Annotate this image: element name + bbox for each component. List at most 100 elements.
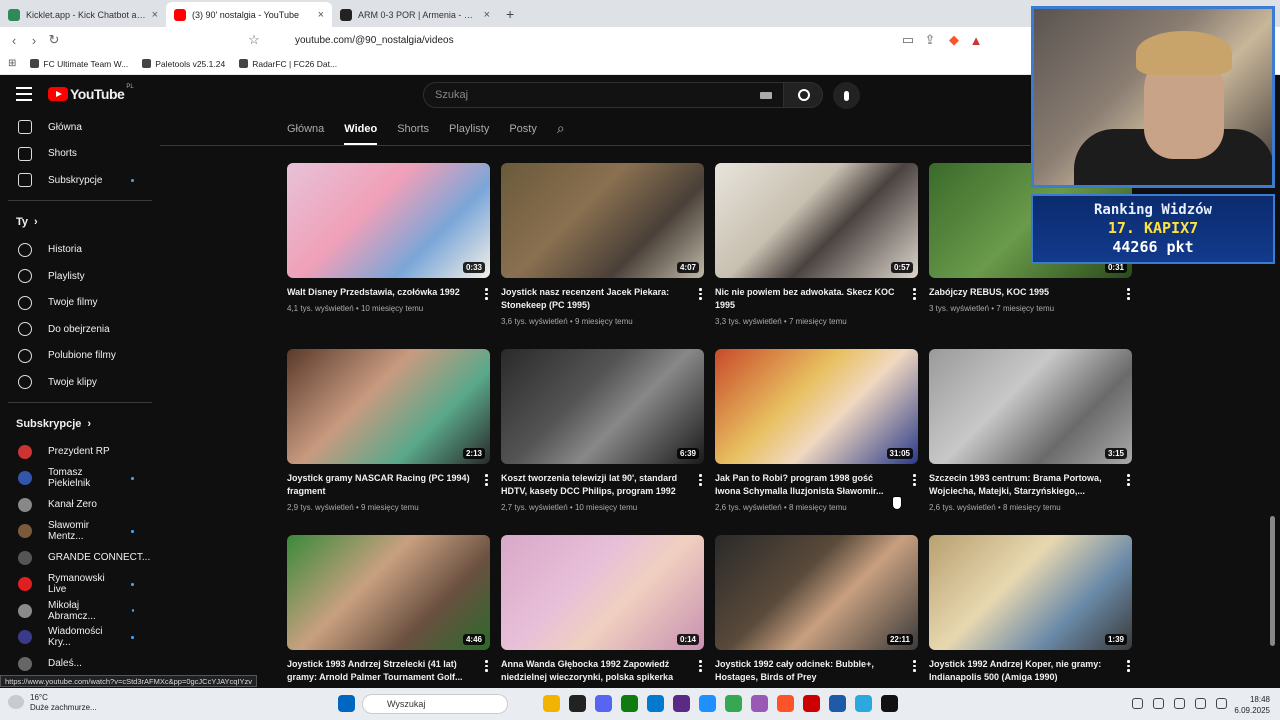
video-thumbnail[interactable]: 4:07 [501,163,704,278]
video-title[interactable]: Anna Wanda Głębocka 1992 Zapowiedź niedz… [501,658,686,684]
video-card[interactable]: 0:33 Walt Disney Przedstawia, czołówka 19… [287,163,490,313]
channel-tab[interactable]: Shorts [397,123,429,135]
sidebar-item[interactable]: Playlisty [0,263,160,290]
more-options-icon[interactable] [485,288,488,302]
taskbar-search[interactable]: Wyszukaj [362,694,508,714]
youtube-logo[interactable]: YouTube PL [48,84,134,102]
video-card[interactable]: 4:07 Joystick nasz recenzent Jacek Piekar… [501,163,704,326]
channel-tab[interactable]: Wideo [344,123,377,145]
search-icon[interactable] [783,82,823,108]
video-title[interactable]: Joystick 1992 cały odcinek: Bubble+, Hos… [715,658,900,684]
sidebar-item[interactable]: Sławomir Mentz... [0,518,160,545]
brave-shield-icon[interactable]: ◆ [944,32,964,48]
taskbar-app-icon[interactable] [829,695,846,712]
more-options-icon[interactable] [1127,288,1130,302]
browser-tab[interactable]: Kicklet.app - Kick Chatbot and Overl × [0,2,166,27]
new-tab-icon[interactable]: + [498,2,522,27]
video-thumbnail[interactable]: 22:11 [715,535,918,650]
subscriptions-heading[interactable]: Subskrypcje › [0,409,160,439]
taskbar-app-icon[interactable] [647,695,664,712]
close-tab-icon[interactable]: × [152,9,158,21]
video-thumbnail[interactable]: 6:39 [501,349,704,464]
more-options-icon[interactable] [485,660,488,674]
more-options-icon[interactable] [485,474,488,488]
microphone-icon[interactable] [833,82,860,109]
taskbar-app-icon[interactable] [621,695,638,712]
video-title[interactable]: Koszt tworzenia telewizji lat 90', stand… [501,472,686,498]
more-options-icon[interactable] [913,474,916,488]
taskbar-app-icon[interactable] [673,695,690,712]
video-card[interactable]: 3:15 Szczecin 1993 centrum: Brama Portowa… [929,349,1132,512]
sidebar-item[interactable]: Do obejrzenia [0,316,160,343]
video-card[interactable]: 0:57 Nic nie powiem bez adwokata. Skecz K… [715,163,918,326]
video-title[interactable]: Walt Disney Przedstawia, czołówka 1992 [287,286,472,299]
menu-icon[interactable] [16,87,32,101]
video-title[interactable]: Joystick nasz recenzent Jacek Piekara: S… [501,286,686,312]
sidebar-item[interactable]: Historia [0,237,160,264]
video-card[interactable]: 1:39 Joystick 1992 Andrzej Koper, nie gra… [929,535,1132,689]
taskbar-app-icon[interactable] [751,695,768,712]
video-thumbnail[interactable]: 4:46 [287,535,490,650]
bookmark-item[interactable]: FC Ultimate Team W... [30,59,128,69]
page-scrollbar[interactable] [1270,516,1275,646]
more-options-icon[interactable] [913,288,916,302]
search-input[interactable]: Szukaj [423,82,785,108]
close-tab-icon[interactable]: × [318,9,324,21]
apps-grid-icon[interactable]: ⊞ [8,58,16,69]
video-title[interactable]: Joystick 1992 Andrzej Koper, nie gramy: … [929,658,1114,684]
sidebar-item[interactable]: Prezydent RP [0,439,160,466]
channel-tab[interactable]: Główna [287,123,324,135]
taskbar-app-icon[interactable] [543,695,560,712]
video-thumbnail[interactable]: 1:39 [929,535,1132,650]
close-tab-icon[interactable]: × [484,9,490,21]
tray-chevron-icon[interactable] [1132,698,1143,709]
video-thumbnail[interactable]: 0:14 [501,535,704,650]
taskbar-app-icon[interactable] [725,695,742,712]
more-options-icon[interactable] [699,660,702,674]
taskbar-app-icon[interactable] [881,695,898,712]
video-card[interactable]: 0:14 Anna Wanda Głębocka 1992 Zapowiedź n… [501,535,704,689]
url-field[interactable]: youtube.com/@90_nostalgia/videos [267,31,990,50]
video-title[interactable]: Joystick 1993 Andrzej Strzelecki (41 lat… [287,658,472,684]
taskbar-app-icon[interactable] [855,695,872,712]
video-card[interactable]: 2:13 Joystick gramy NASCAR Racing (PC 199… [287,349,490,512]
sidebar-item[interactable]: Twoje filmy [0,290,160,317]
video-thumbnail[interactable]: 0:33 [287,163,490,278]
video-thumbnail[interactable]: 0:57 [715,163,918,278]
reload-icon[interactable]: ↻ [44,32,64,48]
taskbar-app-icon[interactable] [777,695,794,712]
more-options-icon[interactable] [1127,474,1130,488]
video-card[interactable]: 31:05 Jak Pan to Robi? program 1998 gość … [715,349,918,512]
channel-tab[interactable]: Playlisty [449,123,489,135]
video-thumbnail[interactable]: 2:13 [287,349,490,464]
sidebar-item[interactable]: Daleś... [0,651,160,678]
video-thumbnail[interactable]: 3:15 [929,349,1132,464]
taskbar-app-icon[interactable] [595,695,612,712]
sidebar-item[interactable]: Subskrypcje [0,167,160,194]
more-options-icon[interactable] [913,660,916,674]
more-options-icon[interactable] [699,474,702,488]
taskbar-app-icon[interactable] [569,695,586,712]
video-thumbnail[interactable]: 31:05 [715,349,918,464]
channel-search-icon[interactable]: ⌕ [557,120,565,137]
video-card[interactable]: 22:11 Joystick 1992 cały odcinek: Bubble+… [715,535,918,689]
sidebar-item[interactable]: Twoje klipy [0,369,160,396]
cast-icon[interactable]: ▭ [898,32,918,48]
sidebar-item[interactable]: Kanał Zero [0,492,160,519]
sidebar-item[interactable]: Polubione filmy [0,343,160,370]
browser-tab[interactable]: (3) 90' nostalgia - YouTube × [166,2,332,27]
weather-widget[interactable]: 16°C Duże zachmurze... [8,693,97,713]
taskbar-app-icon[interactable] [338,695,355,712]
taskbar-app-icon[interactable] [699,695,716,712]
display-icon[interactable] [1195,698,1206,709]
volume-icon[interactable] [1216,698,1227,709]
forward-icon[interactable]: › [24,33,44,48]
sidebar-item[interactable]: Główna [0,114,160,141]
sidebar-item[interactable]: Tomasz Piekielnik [0,465,160,492]
you-section-heading[interactable]: Ty › [0,207,160,237]
bookmark-item[interactable]: Paletools v25.1.24 [142,59,225,69]
sidebar-item[interactable]: Wiadomości Kry... [0,624,160,651]
share-icon[interactable]: ⇪ [920,32,940,48]
sidebar-item[interactable]: Shorts [0,141,160,168]
keyboard-icon[interactable] [760,92,772,99]
